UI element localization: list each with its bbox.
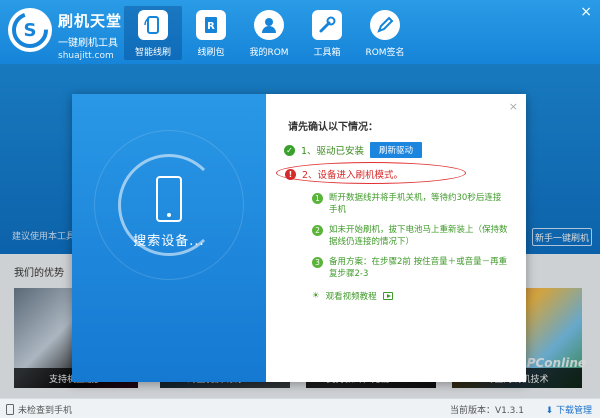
nav-label: 智能线刷 [134,48,171,58]
nav-my-rom[interactable]: 我的ROM [240,6,298,60]
instructions-panel: × 请先确认以下情况： ✓ 1、驱动已安装 刷新驱动 ! 2、设备进入刷机模式。… [266,94,526,382]
error-icon: ! [285,168,296,180]
nav-label: 我的ROM [249,48,289,58]
app-tagline: 一键刷机工具 [58,38,118,49]
searching-text: 搜索设备... [133,234,205,249]
lightbulb-icon: ☀ [312,291,320,301]
step-driver-installed: ✓ 1、驱动已安装 刷新驱动 [284,142,423,158]
app-logo-icon: S [8,8,52,52]
user-icon [254,10,284,40]
searching-panel: 搜索设备... [72,94,266,382]
download-icon: ⬇ [545,406,554,416]
nav-rom-package[interactable]: R 线刷包 [182,6,240,60]
rom-package-icon: R [196,10,226,40]
video-tutorial-link[interactable]: ☀ 观看视频教程 [312,290,393,302]
nav-smart-flash[interactable]: 智能线刷 [124,6,182,60]
svg-text:R: R [207,21,215,32]
device-detection-dialog: 搜索设备... × 请先确认以下情况： ✓ 1、驱动已安装 刷新驱动 ! 2、设… [72,94,526,382]
substep-text: 如未开始刷机，拔下电池马上重新装上（保持数据线仍连接的情况下） [329,225,508,247]
nav-label: 线刷包 [197,48,225,58]
app-site: shuajitt.com [58,51,114,61]
substep-text: 备用方案：在步骤2前 按住音量＋或音量－再重复步骤2-3 [329,257,508,279]
window-close-icon[interactable]: × [580,4,592,20]
phone-status-text: 未检查到手机 [18,406,73,416]
download-manager-link[interactable]: ⬇ 下载管理 [546,403,592,416]
dialog-close-icon[interactable]: × [509,100,518,113]
refresh-driver-button[interactable]: 刷新驱动 [370,142,423,158]
nav-rom-signature[interactable]: ROM签名 [356,6,414,60]
video-icon [382,292,393,300]
app-name: 刷机天堂 [58,12,123,30]
phone-status: 未检查到手机 [6,403,72,416]
phone-icon [156,176,182,222]
download-manager-text: 下载管理 [555,406,592,416]
substep-item: 3 备用方案：在步骤2前 按住音量＋或音量－再重复步骤2-3 [312,256,508,280]
phone-status-icon [6,404,14,415]
smart-flash-icon [138,10,168,40]
nav-label: 工具箱 [313,48,341,58]
substep-item: 2 如未开始刷机，拔下电池马上重新装上（保持数据线仍连接的情况下） [312,224,508,248]
toolbox-icon [312,10,342,40]
step2-text: 2、设备进入刷机模式。 [302,170,404,181]
video-tutorial-text: 观看视频教程 [325,292,377,302]
dialog-title: 请先确认以下情况： [288,122,378,133]
version-label: 当前版本：V1.3.1 [449,406,524,416]
signature-icon [370,10,400,40]
substep-number: 1 [312,193,323,204]
status-bar: 未检查到手机 当前版本：V1.3.1 ⬇ 下载管理 [0,398,600,418]
main-nav: 智能线刷 R 线刷包 我的ROM 工具箱 ROM签名 [124,6,414,60]
brand: 刷机天堂 一键刷机工具 shuajitt.com [58,10,122,61]
step1-text: 1、驱动已安装 [301,146,365,157]
nav-label: ROM签名 [365,48,405,58]
substep-number: 2 [312,225,323,236]
nav-toolbox[interactable]: 工具箱 [298,6,356,60]
app-header: S 刷机天堂 一键刷机工具 shuajitt.com 智能线刷 R 线刷包 我的… [0,0,600,64]
check-icon: ✓ [284,144,295,156]
substep-number: 3 [312,257,323,268]
substep-text: 断开数据线并将手机关机，等待约30秒后连接手机 [329,193,502,215]
step-flash-mode: ! 2、设备进入刷机模式。 [276,162,466,184]
svg-text:S: S [24,20,37,41]
substep-item: 1 断开数据线并将手机关机，等待约30秒后连接手机 [312,192,508,216]
